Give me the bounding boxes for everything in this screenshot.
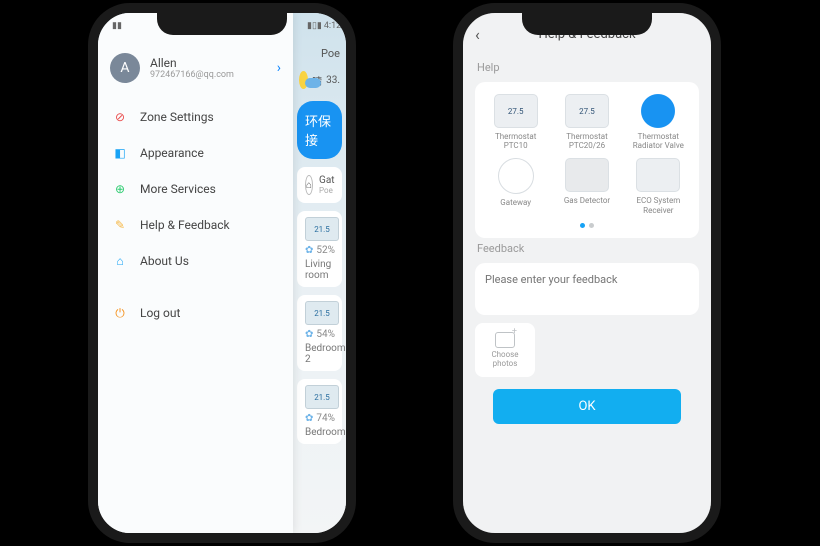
device-card[interactable]: 21.5 ✿74% Bedroom <box>297 379 342 444</box>
menu-label: Zone Settings <box>140 110 214 124</box>
status-signal-icon: ▮▮ <box>112 21 122 31</box>
help-section-label: Help <box>477 61 697 74</box>
gateway-icon: ⌂ <box>305 175 313 195</box>
device-card[interactable]: 21.5 ✿54% Bedroom 2 <box>297 295 342 371</box>
notch <box>157 13 287 35</box>
ok-button[interactable]: OK <box>493 389 681 424</box>
product-thermostat-valve[interactable]: Thermostat Radiator Valve <box>626 94 691 150</box>
choose-photos-button[interactable]: Choose photos <box>475 323 535 377</box>
feedback-section-label: Feedback <box>477 242 697 255</box>
menu-label: About Us <box>140 254 189 268</box>
avatar: A <box>110 53 140 83</box>
weather-temp: 33. <box>326 75 340 86</box>
status-time: 4:12 <box>324 21 341 31</box>
chevron-right-icon: › <box>277 60 281 76</box>
product-caption: Thermostat PTC10 <box>495 132 536 150</box>
product-caption: Gateway <box>500 198 531 207</box>
product-image: 27.5 <box>565 94 609 128</box>
product-thermostat-ptc20[interactable]: 27.5 Thermostat PTC20/26 <box>554 94 619 150</box>
status-signal-icon: ▮▯ <box>307 21 317 31</box>
product-image: 27.5 <box>494 94 538 128</box>
droplet-icon: ✿ <box>305 329 313 340</box>
menu-item-about-us[interactable]: ⌂ About Us <box>98 243 293 279</box>
humidity: ✿54% <box>305 329 334 340</box>
top-tabs[interactable]: Poe <box>293 39 346 67</box>
weather-widget[interactable]: 晴 33. <box>293 67 346 97</box>
room-name: Living room <box>305 259 334 281</box>
phone-right: ‹ Help & Feedback Help 27.5Thermostat PT… <box>453 3 721 543</box>
log-out-icon: ⏻ <box>112 305 128 321</box>
dot-2 <box>589 223 594 228</box>
photo-add-icon <box>495 332 515 348</box>
weather-sun-icon <box>299 71 308 89</box>
product-image <box>636 158 680 192</box>
about-us-icon: ⌂ <box>112 253 128 269</box>
gateway-card[interactable]: ⌂ Gat Poe <box>297 167 342 203</box>
humidity: ✿52% <box>305 245 334 256</box>
products-card: 27.5 Thermostat PTC10 27.5 Thermostat PTC20… <box>475 82 699 238</box>
product-caption: Thermostat PTC20/26 <box>566 132 607 150</box>
product-image <box>565 158 609 192</box>
choose-photos-label: Choose photos <box>491 350 518 368</box>
drawer-menu: ⊘ Zone Settings ◧ Appearance ⊕ More Services ✎… <box>98 99 293 331</box>
home-content: ▮▯ ▮4:12 Poe 晴 33. 环保接 ⌂ Gat Poe 21.5 ✿52… <box>293 13 346 533</box>
room-name: Bedroom <box>305 427 334 438</box>
menu-item-help-feedback[interactable]: ✎ Help & Feedback <box>98 207 293 243</box>
room-name: Bedroom 2 <box>305 343 334 365</box>
status-bar: ▮▯ ▮4:12 <box>293 13 346 39</box>
thermostat-icon: 21.5 <box>305 301 339 325</box>
tab-label: Poe <box>321 47 340 60</box>
page-dots[interactable] <box>483 223 691 228</box>
back-button[interactable]: ‹ <box>475 25 480 44</box>
product-gateway[interactable]: Gateway <box>483 158 548 214</box>
menu-item-log-out[interactable]: ⏻ Log out <box>98 295 293 331</box>
menu-label: Log out <box>140 306 180 320</box>
thermostat-icon: 21.5 <box>305 217 339 241</box>
droplet-icon: ✿ <box>305 245 313 256</box>
product-image <box>636 94 680 128</box>
product-thermostat-ptc10[interactable]: 27.5 Thermostat PTC10 <box>483 94 548 150</box>
droplet-icon: ✿ <box>305 413 313 424</box>
zone-settings-icon: ⊘ <box>112 109 128 125</box>
menu-label: Appearance <box>140 146 204 160</box>
menu-item-zone-settings[interactable]: ⊘ Zone Settings <box>98 99 293 135</box>
status-battery-icon: ▮ <box>317 21 322 31</box>
profile-email: 972467166@qq.com <box>150 70 277 80</box>
appearance-icon: ◧ <box>112 145 128 161</box>
product-gas-detector[interactable]: Gas Detector <box>554 158 619 214</box>
product-image <box>498 158 534 194</box>
product-caption: Gas Detector <box>564 196 610 205</box>
help-feedback-icon: ✎ <box>112 217 128 233</box>
product-eco-receiver[interactable]: ECO System Receiver <box>626 158 691 214</box>
gateway-title: Gat <box>319 175 335 186</box>
humidity: ✿74% <box>305 413 334 424</box>
menu-item-more-services[interactable]: ⊕ More Services <box>98 171 293 207</box>
menu-label: Help & Feedback <box>140 218 230 232</box>
thermostat-icon: 21.5 <box>305 385 339 409</box>
notch <box>522 13 652 35</box>
profile-name: Allen <box>150 56 277 70</box>
menu-item-appearance[interactable]: ◧ Appearance <box>98 135 293 171</box>
profile-row[interactable]: A Allen 972467166@qq.com › <box>98 39 293 99</box>
side-drawer: ▮▮ A Allen 972467166@qq.com › ⊘ Zone Sett… <box>98 13 293 533</box>
device-card[interactable]: 21.5 ✿52% Living room <box>297 211 342 287</box>
gateway-sub: Poe <box>319 186 335 195</box>
product-caption: Thermostat Radiator Valve <box>633 132 684 150</box>
feedback-card <box>475 263 699 315</box>
phone-left: ▮▯ ▮4:12 Poe 晴 33. 环保接 ⌂ Gat Poe 21.5 ✿52… <box>88 3 356 543</box>
feedback-input[interactable] <box>485 273 689 301</box>
more-services-icon: ⊕ <box>112 181 128 197</box>
menu-label: More Services <box>140 182 216 196</box>
dot-1 <box>580 223 585 228</box>
product-caption: ECO System Receiver <box>636 196 680 214</box>
eco-pill-button[interactable]: 环保接 <box>297 101 342 159</box>
